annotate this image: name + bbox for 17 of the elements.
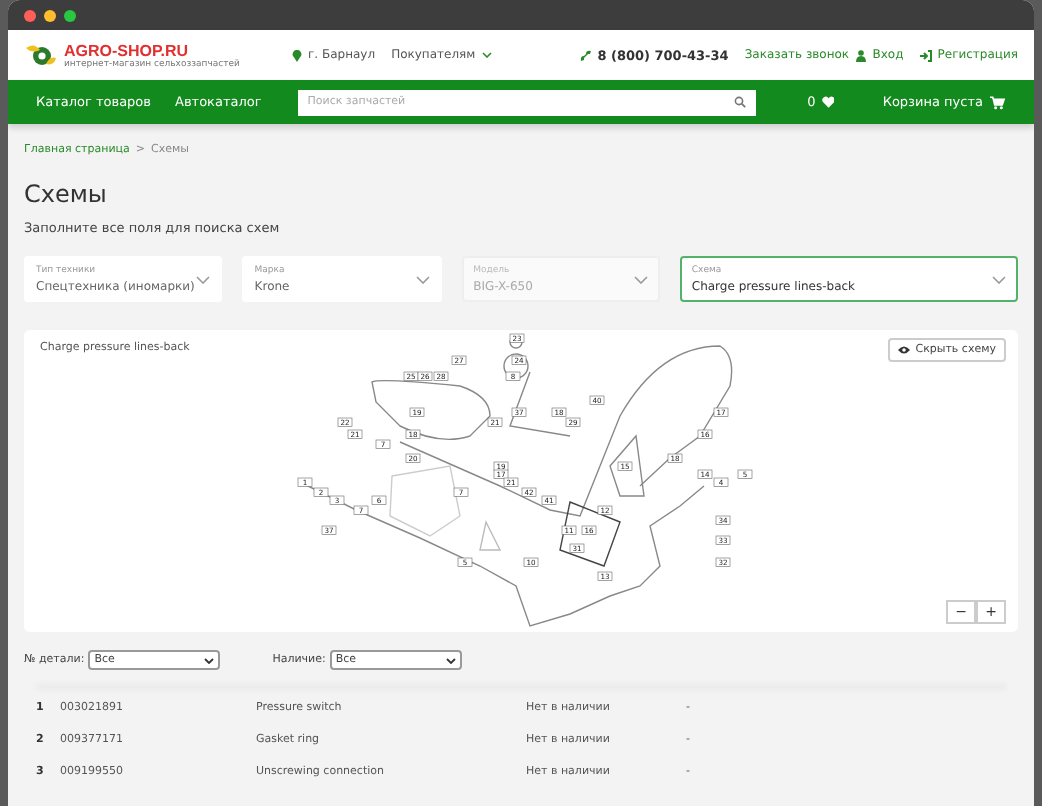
location-pin-icon bbox=[292, 49, 302, 61]
page-title: Схемы bbox=[24, 180, 109, 208]
heart-icon[interactable] bbox=[821, 96, 835, 108]
sign-in-icon bbox=[919, 49, 932, 61]
chevron-down-icon bbox=[204, 657, 215, 663]
cart-icon[interactable] bbox=[990, 95, 1007, 109]
logo-title[interactable]: AGRO-SHOP.RU bbox=[64, 41, 240, 59]
eye-icon bbox=[897, 346, 910, 354]
chevron-down-icon bbox=[445, 657, 456, 663]
chevron-down-icon bbox=[481, 52, 492, 58]
user-icon bbox=[856, 49, 867, 61]
search-icon bbox=[733, 96, 746, 108]
chevron-down-icon bbox=[196, 275, 211, 283]
phone-icon bbox=[579, 49, 592, 61]
chevron-down-icon bbox=[633, 275, 648, 283]
chevron-down-icon bbox=[992, 275, 1007, 283]
chevron-down-icon bbox=[415, 275, 430, 283]
